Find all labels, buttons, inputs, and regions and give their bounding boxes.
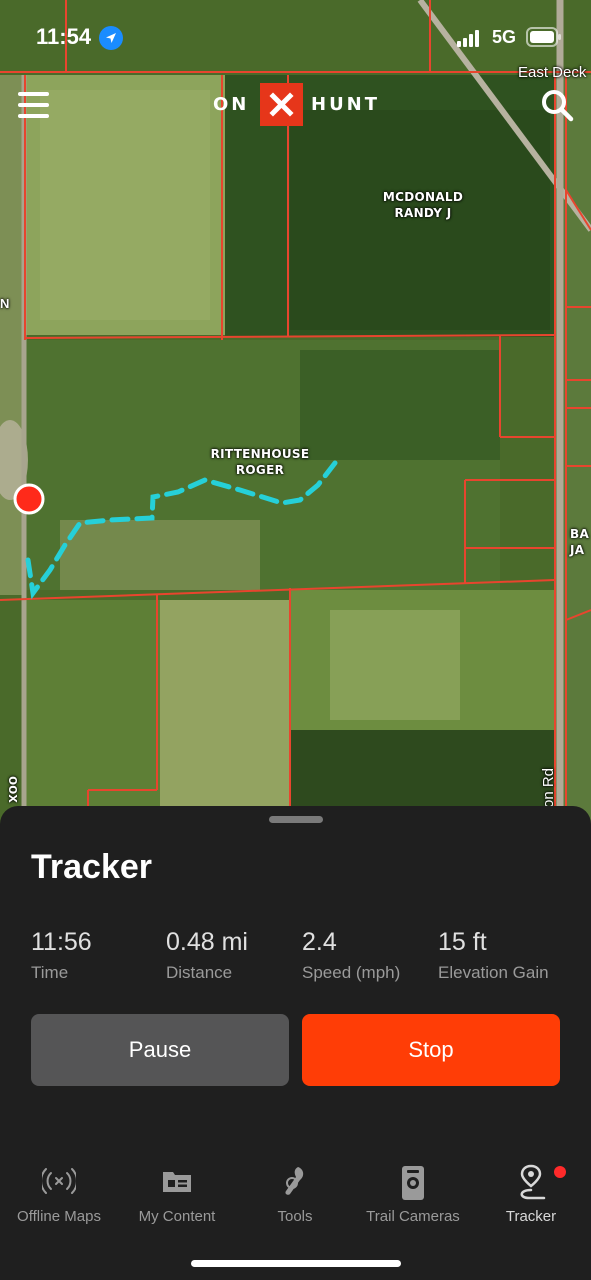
stat-elevation-gain: 15 ft Elevation Gain	[438, 928, 549, 982]
tracker-active-badge	[554, 1166, 566, 1178]
folder-icon	[163, 1172, 191, 1192]
hamburger-icon	[18, 92, 49, 96]
trail-camera-icon	[402, 1166, 424, 1200]
tab-trail-cameras[interactable]: Trail Cameras	[354, 1160, 472, 1230]
stat-distance: 0.48 mi Distance	[166, 928, 248, 982]
logo-x-mark	[260, 83, 303, 126]
signal-bars-icon	[457, 30, 479, 47]
tab-offline-maps[interactable]: Offline Maps	[0, 1160, 118, 1230]
tab-tools[interactable]: Tools	[236, 1160, 354, 1230]
sheet-grabber[interactable]	[269, 816, 323, 823]
status-time: 11:54	[36, 24, 92, 49]
tracker-pin-icon	[520, 1164, 546, 1200]
tab-my-content[interactable]: My Content	[118, 1160, 236, 1230]
network-type: 5G	[492, 27, 517, 47]
search-icon	[542, 90, 574, 122]
start-marker	[13, 483, 45, 515]
tab-bar: Offline Maps My Content Tools Trail Came…	[0, 1160, 591, 1230]
tab-tracker[interactable]: Tracker	[472, 1160, 590, 1230]
pause-button[interactable]: Pause	[31, 1014, 289, 1086]
status-bar: 11:54 5G	[0, 0, 591, 76]
search-button[interactable]	[540, 88, 574, 122]
road-label-left: oox	[5, 776, 22, 803]
menu-button[interactable]	[18, 90, 50, 120]
road-label-right: on Rd	[540, 767, 557, 808]
home-indicator	[191, 1260, 401, 1267]
offline-signal-icon	[42, 1168, 76, 1194]
tools-icon	[285, 1167, 304, 1195]
road-label-n: N	[0, 296, 10, 311]
stop-button[interactable]: Stop	[302, 1014, 560, 1086]
parcel-label-rittenhouse[interactable]: RITTENHOUSE ROGER	[200, 446, 320, 478]
stat-time: 11:56 Time	[31, 928, 92, 982]
onx-hunt-logo: ON HUNT	[213, 83, 379, 127]
parcel-label-partial[interactable]: BA JA	[570, 526, 591, 558]
location-arrow-icon	[99, 26, 123, 50]
battery-icon	[526, 27, 561, 47]
parcel-label-mcdonald[interactable]: MCDONALD RANDY J	[368, 189, 478, 221]
stat-speed: 2.4 Speed (mph)	[302, 928, 401, 982]
sheet-title: Tracker	[31, 848, 152, 886]
